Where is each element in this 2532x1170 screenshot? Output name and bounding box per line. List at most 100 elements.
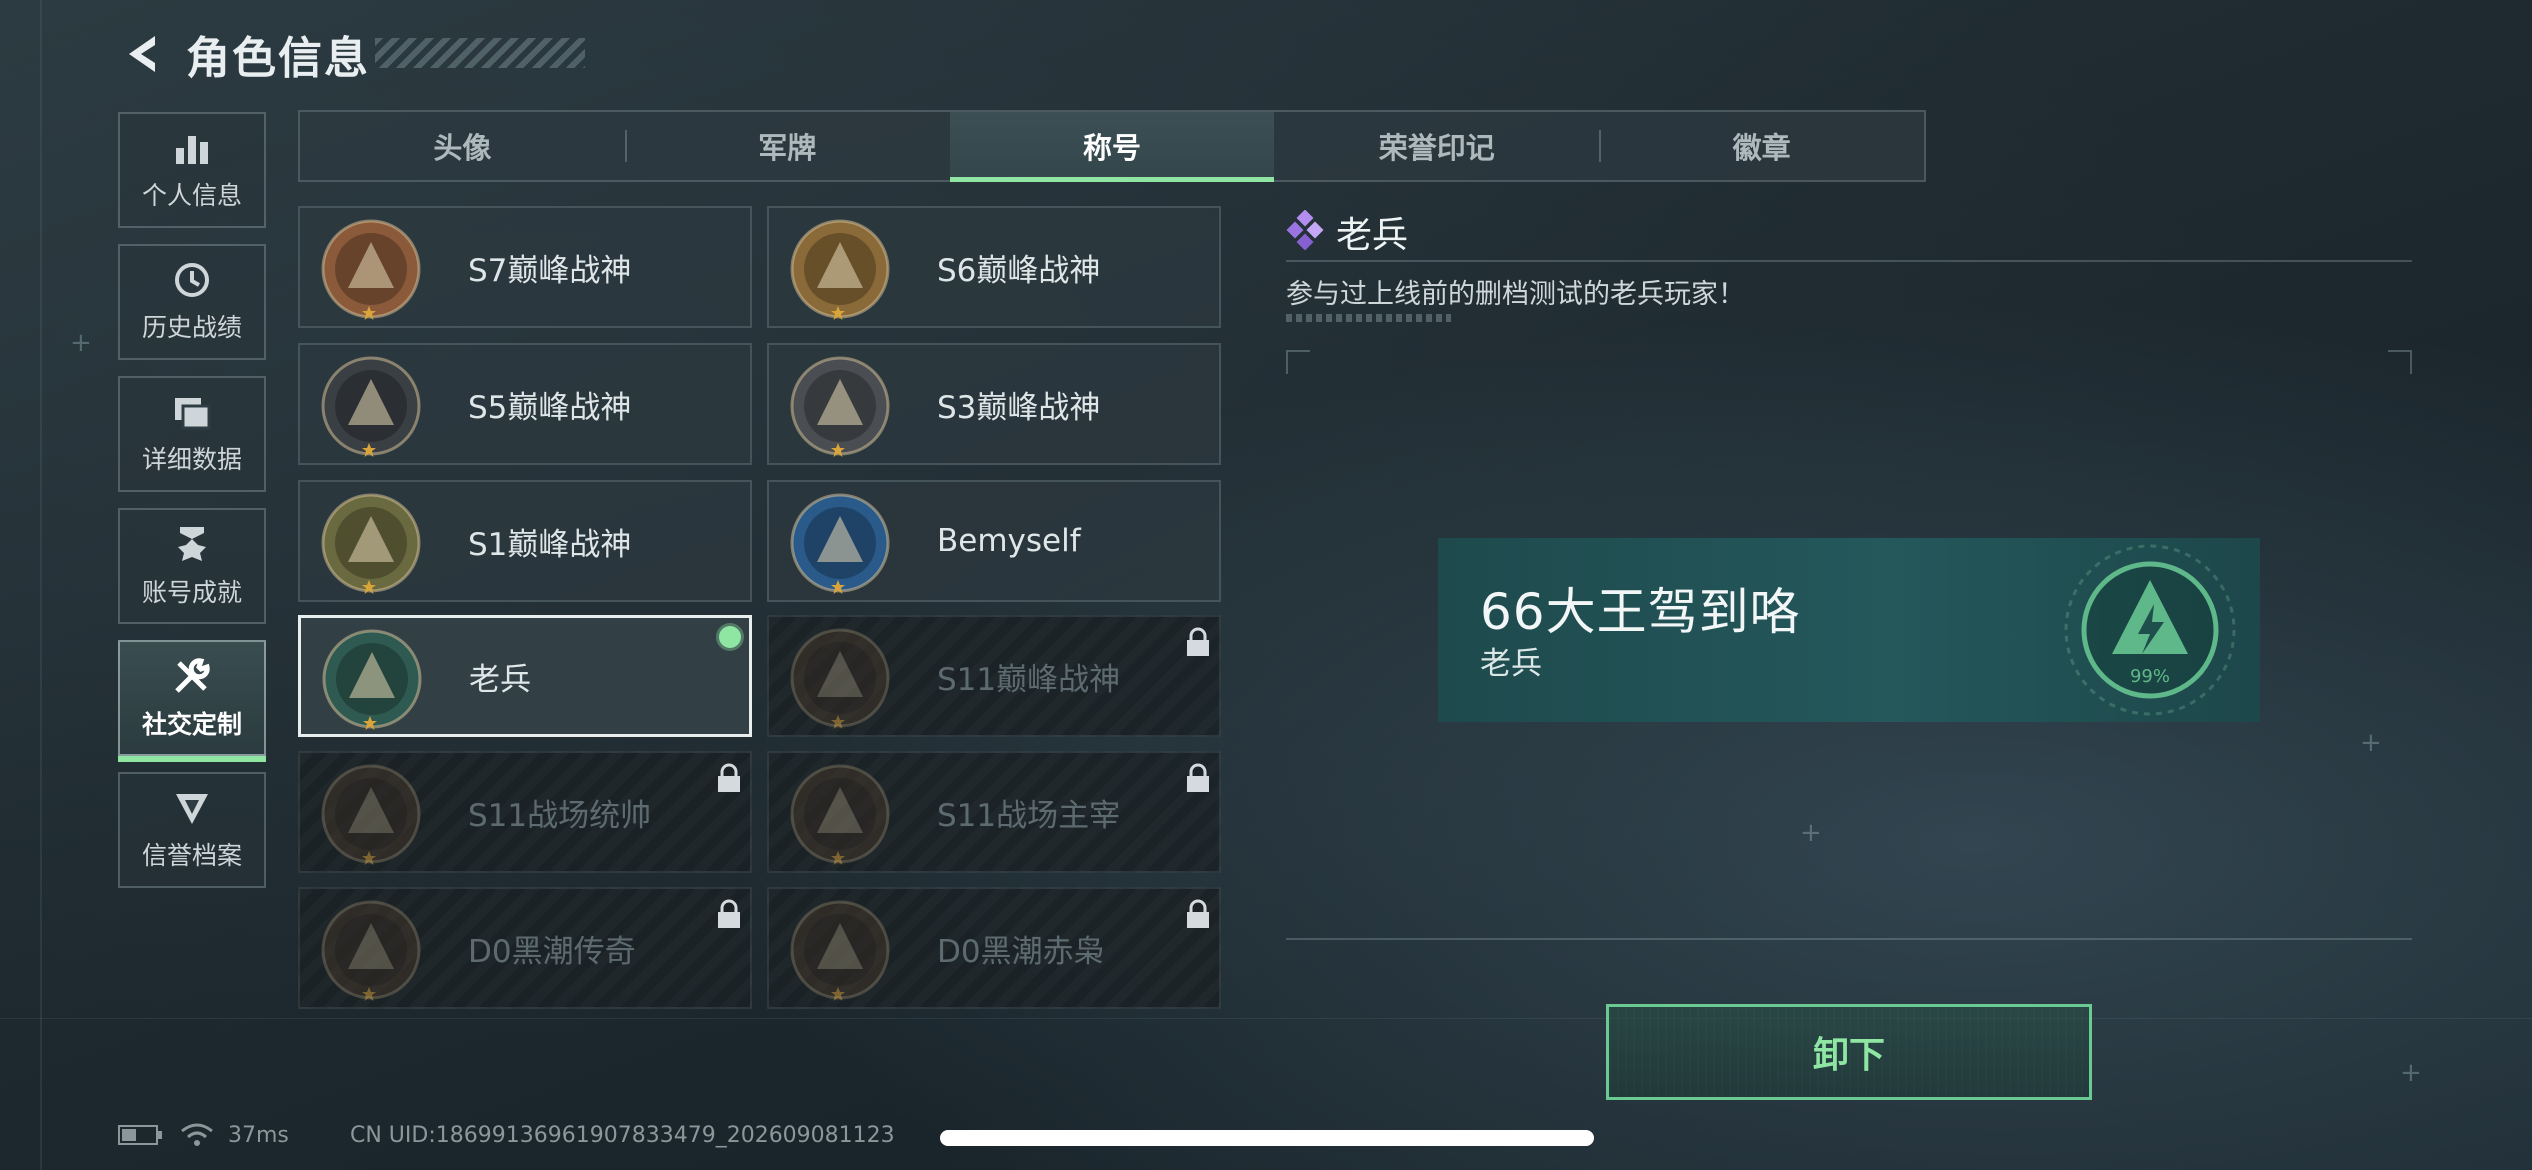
- sidebar-item-personal-info[interactable]: 个人信息: [118, 112, 266, 228]
- title-medal-icon: [790, 493, 890, 593]
- title-card[interactable]: S11战场主宰: [767, 751, 1221, 873]
- title-card[interactable]: D0黑潮传奇: [298, 887, 752, 1009]
- sidebar-item-label: 信誉档案: [141, 841, 242, 870]
- title-medal-icon: [790, 900, 890, 1000]
- lock-icon: [1187, 627, 1209, 656]
- status-bar: 37ms: [118, 1118, 289, 1152]
- folder-icon: [175, 398, 211, 430]
- bg-grid-line: [0, 1018, 2532, 1019]
- page-title: 角色信息: [186, 33, 370, 84]
- title-name: S11战场统帅: [468, 797, 652, 834]
- title-name: 老兵: [469, 661, 531, 698]
- sidebar-item-label: 详细数据: [141, 445, 242, 474]
- title-name: D0黑潮赤枭: [937, 933, 1105, 970]
- bar-chart-icon: [176, 136, 208, 164]
- star-icon: [362, 987, 376, 1001]
- title-type-icon: [1286, 210, 1324, 250]
- title-medal-icon: [790, 219, 890, 319]
- home-indicator[interactable]: [940, 1130, 1594, 1146]
- sidebar-item-social[interactable]: 社交定制: [118, 640, 266, 762]
- sidebar-item-label: 历史战绩: [141, 313, 242, 342]
- uid-text: CN UID:186991369619078334​79_20260908112…: [350, 1123, 895, 1148]
- title-name: S1巅峰战神: [468, 526, 632, 563]
- title-medal-icon: [790, 356, 890, 456]
- title-card[interactable]: S5巅峰战神: [298, 343, 752, 465]
- star-icon: [831, 443, 845, 457]
- title-preview-banner: 66大王驾到咯 老兵 99%: [1438, 538, 2260, 722]
- shield-icon: [176, 794, 208, 824]
- page-header: 角色信息: [118, 26, 370, 84]
- star-icon: [362, 851, 376, 865]
- star-icon: [831, 987, 845, 1001]
- title-name: S11巅峰战神: [937, 661, 1121, 698]
- star-icon: [831, 715, 845, 729]
- wrench-icon: [175, 658, 210, 693]
- star-icon: [362, 580, 376, 594]
- lock-icon: [1187, 899, 1209, 928]
- title-medal-icon: [790, 764, 890, 864]
- sidebar-item-label: 社交定制: [141, 710, 242, 739]
- clock-icon: [175, 263, 209, 297]
- emblem-label: 99%: [2130, 666, 2170, 687]
- star-icon: [831, 306, 845, 320]
- bg-grid-line: [40, 0, 42, 1170]
- title-name: S5巅峰战神: [468, 389, 632, 426]
- title-medal-icon: [321, 219, 421, 319]
- title-name: D0黑潮传奇: [468, 933, 636, 970]
- sidebar-item-reputation[interactable]: 信誉档案: [118, 772, 266, 888]
- bg-cross: +: [70, 328, 92, 358]
- veteran-emblem-icon: 99%: [2064, 544, 2236, 716]
- star-icon: [831, 580, 845, 594]
- unequip-button[interactable]: 卸下: [1606, 1004, 2092, 1100]
- tab-titles[interactable]: 称号: [949, 112, 1275, 182]
- back-arrow-icon: [129, 36, 155, 72]
- detail-title: 老兵: [1336, 215, 1409, 256]
- title-medal-icon: [321, 356, 421, 456]
- title-decoration: [375, 38, 585, 68]
- title-card[interactable]: S6巅峰战神: [767, 206, 1221, 328]
- title-card[interactable]: 老兵: [298, 615, 752, 737]
- title-card[interactable]: S7巅峰战神: [298, 206, 752, 328]
- detail-description: 参与过上线前的删档测试的老兵玩家！: [1286, 279, 1745, 310]
- sidebar-item-achievements[interactable]: 账号成就: [118, 508, 266, 624]
- back-button[interactable]: [118, 31, 164, 77]
- title-card[interactable]: S11巅峰战神: [767, 615, 1221, 737]
- lock-icon: [1187, 763, 1209, 792]
- preview-player-name: 66大王驾到咯: [1480, 583, 1801, 641]
- ping-text: 37ms: [228, 1122, 289, 1148]
- title-name: S11战场主宰: [937, 797, 1121, 834]
- title-medal-icon: [321, 764, 421, 864]
- tab-avatar[interactable]: 头像: [300, 112, 625, 180]
- title-card[interactable]: D0黑潮赤枭: [767, 887, 1221, 1009]
- preview-title: 老兵: [1480, 646, 1542, 682]
- wifi-icon: [181, 1123, 213, 1146]
- title-card[interactable]: S3巅峰战神: [767, 343, 1221, 465]
- title-card[interactable]: S11战场统帅: [298, 751, 752, 873]
- divider: [1286, 938, 2412, 940]
- title-card[interactable]: S1巅峰战神: [298, 480, 752, 602]
- star-icon: [362, 306, 376, 320]
- title-name: S7巅峰战神: [468, 252, 632, 289]
- tab-honor-marks[interactable]: 荣誉印记: [1274, 112, 1599, 180]
- battery-icon: [118, 1125, 162, 1145]
- title-card[interactable]: Bemyself: [767, 480, 1221, 602]
- sidebar-item-detailed-data[interactable]: 详细数据: [118, 376, 266, 492]
- tab-bar: 头像 军牌 称号 荣誉印记 徽章: [298, 110, 1926, 182]
- title-name: Bemyself: [937, 523, 1081, 559]
- equipped-indicator: [719, 626, 741, 648]
- title-name: S3巅峰战神: [937, 389, 1101, 426]
- lock-icon: [718, 899, 740, 928]
- title-medal-icon: [321, 900, 421, 1000]
- title-name: S6巅峰战神: [937, 252, 1101, 289]
- title-medal-icon: [321, 493, 421, 593]
- sidebar-item-history[interactable]: 历史战绩: [118, 244, 266, 360]
- star-icon: [362, 443, 376, 457]
- detail-decoration: [1286, 314, 1451, 322]
- bg-cross: +: [2400, 1058, 2422, 1088]
- divider: [1286, 260, 2412, 262]
- title-medal-icon: [790, 628, 890, 728]
- title-medal-icon: [322, 629, 422, 729]
- tab-dog-tag[interactable]: 军牌: [624, 112, 950, 180]
- lock-icon: [718, 763, 740, 792]
- tab-badges[interactable]: 徽章: [1599, 112, 1924, 180]
